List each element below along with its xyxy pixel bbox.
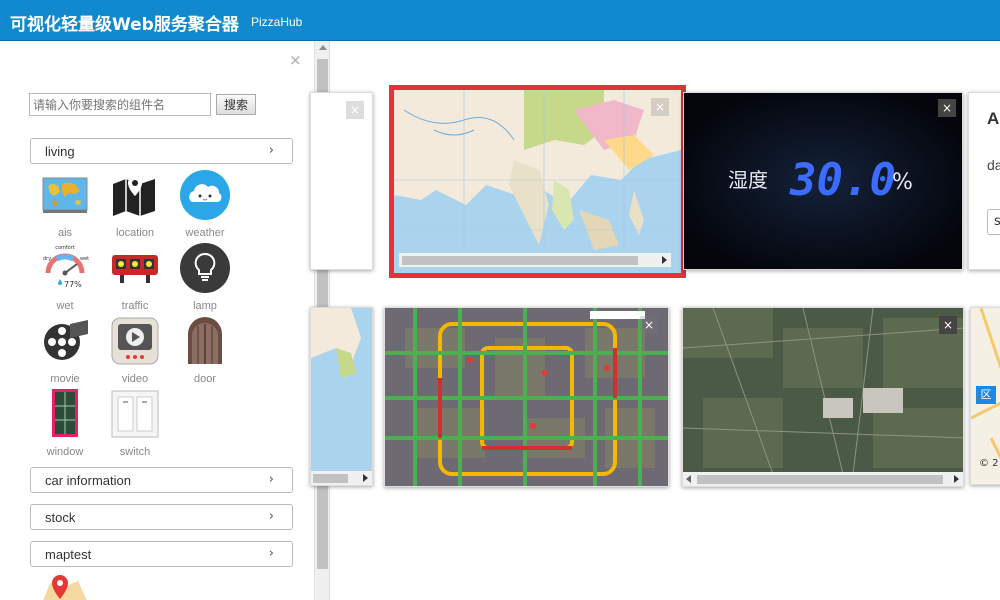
scroll-left-icon[interactable] [686, 475, 691, 483]
scrollbar-thumb[interactable] [402, 256, 638, 265]
widget-traffic[interactable]: traffic [105, 243, 165, 315]
widget-movie[interactable]: movie [35, 316, 95, 388]
map-district-badge: 区 [976, 386, 996, 404]
widget-card-humidity[interactable]: 湿度 30.0 % × [683, 92, 963, 270]
traffic-map-image [385, 308, 668, 486]
category-label: stock [45, 510, 76, 525]
widget-window[interactable]: window [35, 389, 95, 461]
humidity-value: 30.0 [789, 155, 896, 206]
widget-card-street-map-partial[interactable]: 区 © 2 [970, 307, 1000, 485]
widget-label: switch [119, 446, 151, 458]
app-title: 可视化轻量级Web服务聚合器 [10, 15, 239, 35]
card-hscrollbar[interactable] [683, 472, 963, 486]
category-car-information[interactable]: car information › [30, 467, 293, 493]
widget-label: movie [50, 373, 80, 385]
humidity-display: 湿度 30.0 % [684, 93, 962, 269]
category-stock[interactable]: stock › [30, 504, 293, 530]
cloud-icon [180, 170, 230, 220]
card-hscrollbar[interactable] [311, 471, 372, 485]
close-icon[interactable]: × [640, 316, 658, 334]
map-card-hscrollbar[interactable] [399, 253, 671, 267]
gauge-icon: comfort dry wet 77% [43, 245, 89, 289]
satellite-map-image [683, 308, 963, 475]
category-label: maptest [45, 547, 92, 562]
widget-search-input[interactable] [29, 93, 211, 116]
map-pin-icon[interactable] [40, 573, 90, 600]
app-header: 可视化轻量级Web服务聚合器 PizzaHub [0, 0, 1000, 41]
widget-label: door [193, 373, 217, 385]
search-button[interactable]: 搜索 [216, 94, 256, 115]
widget-label: wet [56, 300, 74, 312]
chevron-right-icon: › [268, 509, 274, 524]
widget-card-partial[interactable]: A da s [968, 92, 1000, 270]
card-button[interactable]: s [987, 209, 1000, 235]
close-icon[interactable]: × [651, 98, 669, 116]
widget-weather[interactable]: weather [175, 170, 235, 242]
close-icon[interactable]: × [938, 99, 956, 117]
widget-card-map-partial[interactable] [310, 307, 373, 486]
window-icon [52, 389, 78, 437]
widget-location[interactable]: location [105, 170, 165, 242]
widget-label: lamp [193, 300, 217, 312]
scroll-right-icon[interactable] [662, 256, 667, 264]
card-text: da [987, 157, 1000, 173]
widget-label: weather [185, 227, 225, 239]
widget-ais[interactable]: ais [35, 170, 95, 242]
category-label: car information [45, 473, 131, 488]
widget-label: video [121, 373, 149, 385]
door-icon [188, 317, 222, 364]
widget-label: ais [57, 227, 73, 239]
humidity-unit: % [892, 170, 913, 195]
lightbulb-icon [180, 243, 230, 293]
app-subtitle: PizzaHub [251, 15, 303, 29]
widget-label: traffic [121, 300, 149, 312]
world-map-icon [42, 177, 88, 213]
widget-door[interactable]: door [175, 316, 235, 388]
widget-card-traffic-map[interactable]: × [384, 307, 669, 487]
map-credit: © 2 [979, 458, 999, 469]
humidity-label: 湿度 [728, 168, 768, 192]
category-label: living [45, 144, 75, 159]
chevron-right-icon: › [268, 143, 274, 158]
scroll-right-icon[interactable] [363, 474, 368, 482]
scroll-up-icon[interactable] [319, 45, 327, 50]
map-image [311, 308, 372, 473]
widget-card-map-asia-selected[interactable]: × [389, 85, 686, 278]
widget-sidebar: × 搜索 living › ais location [0, 41, 330, 600]
play-button-icon [111, 317, 159, 365]
location-map-icon [113, 176, 155, 216]
widget-label: window [46, 446, 84, 458]
film-reel-icon [44, 320, 88, 360]
sidebar-close-icon[interactable]: × [289, 51, 302, 69]
scroll-right-icon[interactable] [954, 475, 959, 483]
widget-card-satellite-map[interactable]: × [682, 307, 964, 487]
category-living[interactable]: living › [30, 138, 293, 164]
chevron-right-icon: › [268, 546, 274, 561]
chevron-right-icon: › [268, 472, 274, 487]
widget-switch[interactable]: switch [105, 389, 165, 461]
asia-map-image [394, 90, 681, 273]
close-icon[interactable]: × [346, 101, 364, 119]
gauge-left-label: dry [43, 256, 51, 262]
close-icon[interactable]: × [939, 316, 957, 334]
card-title: A [987, 109, 1000, 128]
scrollbar-thumb[interactable] [313, 474, 348, 483]
category-maptest[interactable]: maptest › [30, 541, 293, 567]
widget-lamp[interactable]: lamp [175, 243, 235, 315]
gauge-top-label: comfort [55, 245, 75, 251]
gauge-right-label: wet [80, 256, 89, 262]
gauge-value: 77% [64, 280, 82, 289]
traffic-light-icon [112, 255, 158, 283]
widget-video[interactable]: video [105, 316, 165, 388]
light-switch-icon [111, 390, 159, 438]
widget-label: location [116, 227, 154, 239]
widget-card-blank[interactable]: × [310, 92, 373, 270]
widget-wet[interactable]: comfort dry wet 77% wet [35, 243, 95, 315]
scrollbar-thumb[interactable] [697, 475, 943, 484]
